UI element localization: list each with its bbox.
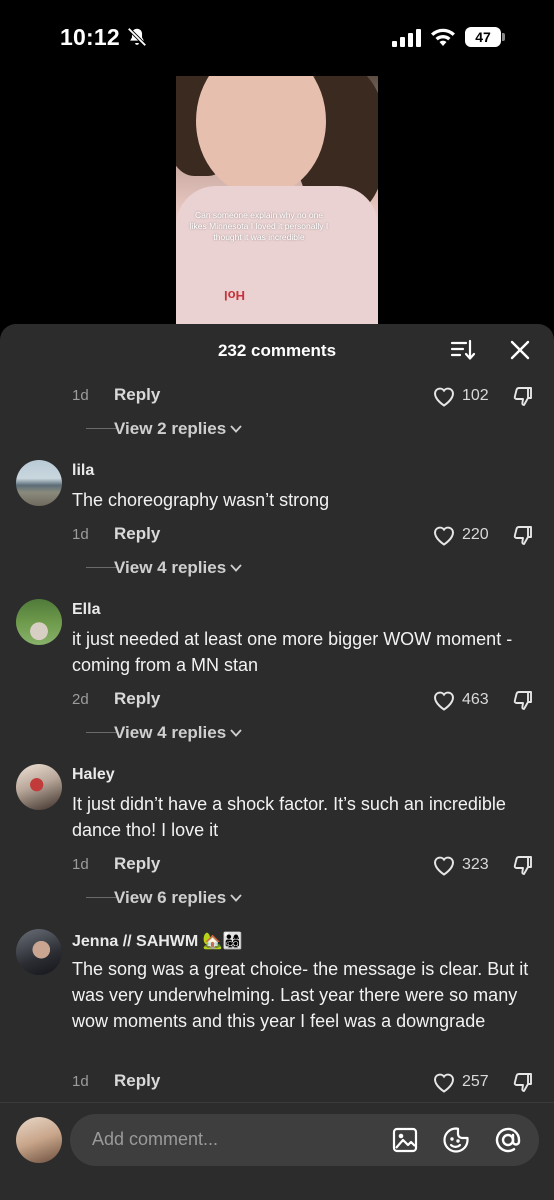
status-time: 10:12 — [60, 24, 120, 50]
chevron-down-icon — [230, 894, 242, 902]
comment-age: 1d — [72, 1073, 89, 1090]
view-replies-label: View 4 replies — [114, 558, 227, 577]
chevron-down-icon — [230, 729, 242, 737]
comment-age: 1d — [72, 856, 89, 873]
comment-input-bar: Add comment... — [0, 1102, 554, 1200]
sort-icon[interactable] — [450, 338, 476, 362]
emoji-icon[interactable] — [442, 1126, 470, 1154]
comment-meta: 1d Reply 323 — [72, 853, 542, 877]
comment-meta: 1d Reply 102 — [72, 384, 542, 408]
comment-username[interactable]: Haley — [72, 766, 115, 784]
comment-age: 2d — [72, 691, 89, 708]
heart-icon — [433, 1073, 455, 1093]
like-count: 463 — [462, 691, 489, 708]
video-preview[interactable]: Can someone explain why no one likes Min… — [176, 76, 378, 326]
status-bar: 10:12 47 — [0, 0, 554, 76]
comment-text: it just needed at least one more bigger … — [72, 629, 513, 675]
like-button[interactable]: 102 — [432, 384, 492, 408]
comment-text: The song was a great choice- the message… — [72, 959, 529, 1031]
comments-sheet: 232 comments 1d Reply 102 View 2 replies — [0, 324, 554, 1200]
view-replies-label: View 4 replies — [114, 723, 227, 742]
comment-meta: 1d Reply 257 — [72, 1070, 542, 1094]
comment-text: It just didn’t have a shock factor. It’s… — [72, 794, 506, 840]
chevron-down-icon — [230, 425, 242, 433]
like-button[interactable]: 463 — [432, 688, 492, 712]
dislike-icon[interactable] — [512, 385, 534, 407]
like-button[interactable]: 220 — [432, 523, 492, 547]
close-icon[interactable] — [508, 338, 532, 362]
reply-button[interactable]: Reply — [114, 689, 160, 709]
view-replies-button[interactable]: View 2 replies — [72, 417, 372, 441]
avatar[interactable] — [16, 929, 62, 975]
view-replies-label: View 2 replies — [114, 419, 227, 438]
dislike-icon[interactable] — [512, 524, 534, 546]
wifi-icon — [431, 28, 455, 46]
comment-age: 1d — [72, 526, 89, 543]
comment-username[interactable]: Jenna // SAHWM 🏡👨‍👩‍👧‍👦 — [72, 931, 243, 951]
view-replies-button[interactable]: View 4 replies — [72, 721, 372, 745]
signal-icon — [392, 29, 421, 47]
chevron-down-icon — [230, 564, 242, 572]
heart-icon — [433, 856, 455, 876]
dislike-icon[interactable] — [512, 1071, 534, 1093]
view-replies-label: View 6 replies — [114, 888, 227, 907]
comment-username[interactable]: Ella — [72, 601, 100, 619]
battery-level: 47 — [465, 27, 501, 47]
like-count: 102 — [462, 387, 489, 404]
like-count: 257 — [462, 1073, 489, 1090]
like-button[interactable]: 323 — [432, 853, 492, 877]
comment-text: The choreography wasn’t strong — [72, 490, 330, 510]
reply-button[interactable]: Reply — [114, 1071, 160, 1091]
battery-icon: 47 — [465, 27, 505, 47]
add-comment-field[interactable]: Add comment... — [70, 1114, 539, 1166]
comment-age: 1d — [72, 387, 89, 404]
view-replies-button[interactable]: View 6 replies — [72, 886, 372, 910]
like-count: 220 — [462, 526, 489, 543]
comment-meta: 2d Reply 463 — [72, 688, 542, 712]
dislike-icon[interactable] — [512, 689, 534, 711]
avatar[interactable] — [16, 599, 62, 645]
heart-icon — [433, 691, 455, 711]
video-caption: Can someone explain why no one likes Min… — [189, 210, 329, 242]
at-mention-icon[interactable] — [494, 1126, 522, 1154]
image-icon[interactable] — [392, 1127, 418, 1153]
dislike-icon[interactable] — [512, 854, 534, 876]
heart-icon — [433, 526, 455, 546]
reply-button[interactable]: Reply — [114, 385, 160, 405]
add-comment-placeholder: Add comment... — [92, 1129, 219, 1149]
avatar[interactable] — [16, 764, 62, 810]
view-replies-button[interactable]: View 4 replies — [72, 556, 372, 580]
like-button[interactable]: 257 — [432, 1070, 492, 1094]
bell-off-icon — [127, 27, 147, 47]
reply-button[interactable]: Reply — [114, 854, 160, 874]
heart-icon — [433, 387, 455, 407]
comment-username[interactable]: lila — [72, 462, 94, 480]
avatar[interactable] — [16, 460, 62, 506]
comments-header: 232 comments — [0, 324, 554, 378]
comment-meta: 1d Reply 220 — [72, 523, 542, 547]
like-count: 323 — [462, 856, 489, 873]
reply-button[interactable]: Reply — [114, 524, 160, 544]
shirt-logo: Hol — [224, 288, 245, 303]
my-avatar — [16, 1117, 62, 1163]
